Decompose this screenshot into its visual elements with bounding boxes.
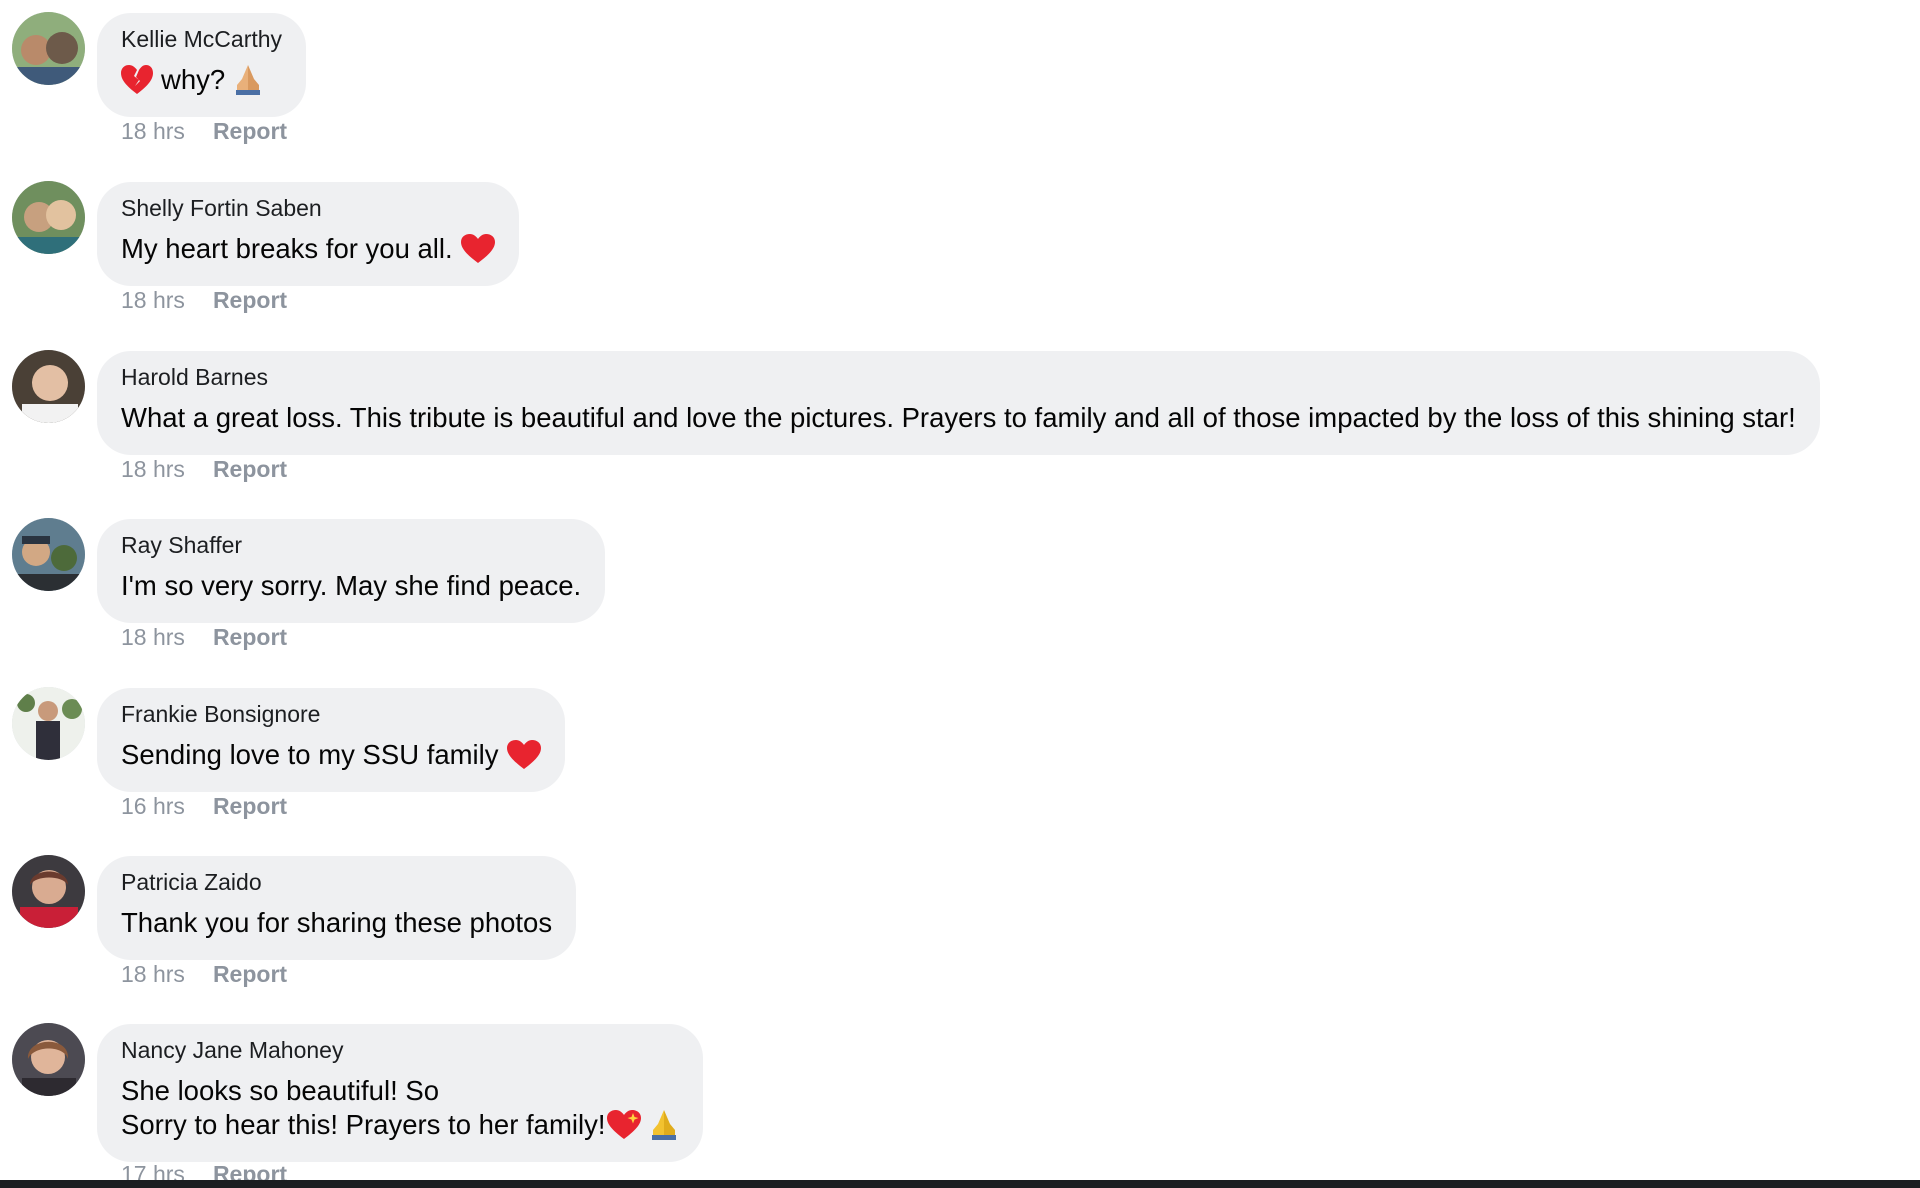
comment-list: Kellie McCarthy why? 18 hrs Report Shelly… <box>0 0 1920 1188</box>
comment-author[interactable]: Frankie Bonsignore <box>121 700 541 728</box>
red-heart-emoji-icon <box>460 234 495 264</box>
report-link[interactable]: Report <box>213 287 287 313</box>
comment-item: Harold Barnes What a great loss. This tr… <box>0 338 1920 506</box>
report-link[interactable]: Report <box>213 624 287 650</box>
comment-item: Patricia Zaido Thank you for sharing the… <box>0 843 1920 1011</box>
comment-meta: 18 hrs Report <box>121 455 287 483</box>
comment-text: I'm so very sorry. May she find peace. <box>121 570 582 601</box>
comment-author[interactable]: Kellie McCarthy <box>121 25 282 53</box>
comment-timestamp[interactable]: 18 hrs <box>121 961 185 987</box>
comment-bubble: Harold Barnes What a great loss. This tr… <box>97 351 1820 455</box>
avatar[interactable] <box>12 181 85 254</box>
comment-timestamp[interactable]: 18 hrs <box>121 456 185 482</box>
avatar[interactable] <box>12 1023 85 1096</box>
comment-meta: 18 hrs Report <box>121 286 287 314</box>
comment-bubble: Kellie McCarthy why? <box>97 13 307 117</box>
avatar[interactable] <box>12 12 85 85</box>
folded-hands-emoji-icon <box>233 63 263 95</box>
comment-author[interactable]: Harold Barnes <box>121 363 1796 391</box>
comment-text: She looks so beautiful! So Sorry to hear… <box>121 1074 679 1142</box>
broken-heart-emoji-icon <box>121 65 153 95</box>
comment-item: Ray Shaffer I'm so very sorry. May she f… <box>0 506 1920 674</box>
comment-text: What a great loss. This tribute is beaut… <box>121 402 1796 433</box>
comment-timestamp[interactable]: 16 hrs <box>121 793 185 819</box>
comment-author[interactable]: Nancy Jane Mahoney <box>121 1036 679 1064</box>
comment-bubble: Patricia Zaido Thank you for sharing the… <box>97 856 577 960</box>
report-link[interactable]: Report <box>213 793 287 819</box>
comment-author[interactable]: Patricia Zaido <box>121 868 552 896</box>
avatar[interactable] <box>12 687 85 760</box>
comment-item: Kellie McCarthy why? 18 hrs Report <box>0 0 1920 168</box>
comment-item: Shelly Fortin Saben My heart breaks for … <box>0 169 1920 337</box>
comment-text: Thank you for sharing these photos <box>121 907 553 938</box>
comment-timestamp[interactable]: 18 hrs <box>121 624 185 650</box>
avatar[interactable] <box>12 855 85 928</box>
red-heart-emoji-icon <box>506 740 541 770</box>
report-link[interactable]: Report <box>213 456 287 482</box>
comment-meta: 16 hrs Report <box>121 792 287 820</box>
folded-hands-emoji-icon <box>649 1108 679 1140</box>
comment-timestamp[interactable]: 18 hrs <box>121 118 185 144</box>
comment-text: why? <box>121 63 282 97</box>
comment-author[interactable]: Shelly Fortin Saben <box>121 194 495 222</box>
comment-meta: 18 hrs Report <box>121 623 287 651</box>
comment-author[interactable]: Ray Shaffer <box>121 531 581 559</box>
avatar[interactable] <box>12 350 85 423</box>
comment-text: Sending love to my SSU family <box>121 738 541 772</box>
comment-bubble: Shelly Fortin Saben My heart breaks for … <box>97 182 519 286</box>
comment-timestamp[interactable]: 18 hrs <box>121 287 185 313</box>
avatar[interactable] <box>12 518 85 591</box>
comment-text: My heart breaks for you all. <box>121 232 495 266</box>
comment-meta: 18 hrs Report <box>121 960 287 988</box>
sparkling-heart-emoji-icon <box>607 1110 642 1140</box>
report-link[interactable]: Report <box>213 118 287 144</box>
comment-item: Frankie Bonsignore Sending love to my SS… <box>0 675 1920 843</box>
comment-bubble: Nancy Jane Mahoney She looks so beautifu… <box>97 1024 704 1162</box>
comment-bubble: Frankie Bonsignore Sending love to my SS… <box>97 688 565 792</box>
comment-item: Nancy Jane Mahoney She looks so beautifu… <box>0 1011 1920 1188</box>
window-bottom-border <box>0 1180 1920 1188</box>
comment-bubble: Ray Shaffer I'm so very sorry. May she f… <box>97 519 606 623</box>
report-link[interactable]: Report <box>213 961 287 987</box>
comment-meta: 18 hrs Report <box>121 117 287 145</box>
